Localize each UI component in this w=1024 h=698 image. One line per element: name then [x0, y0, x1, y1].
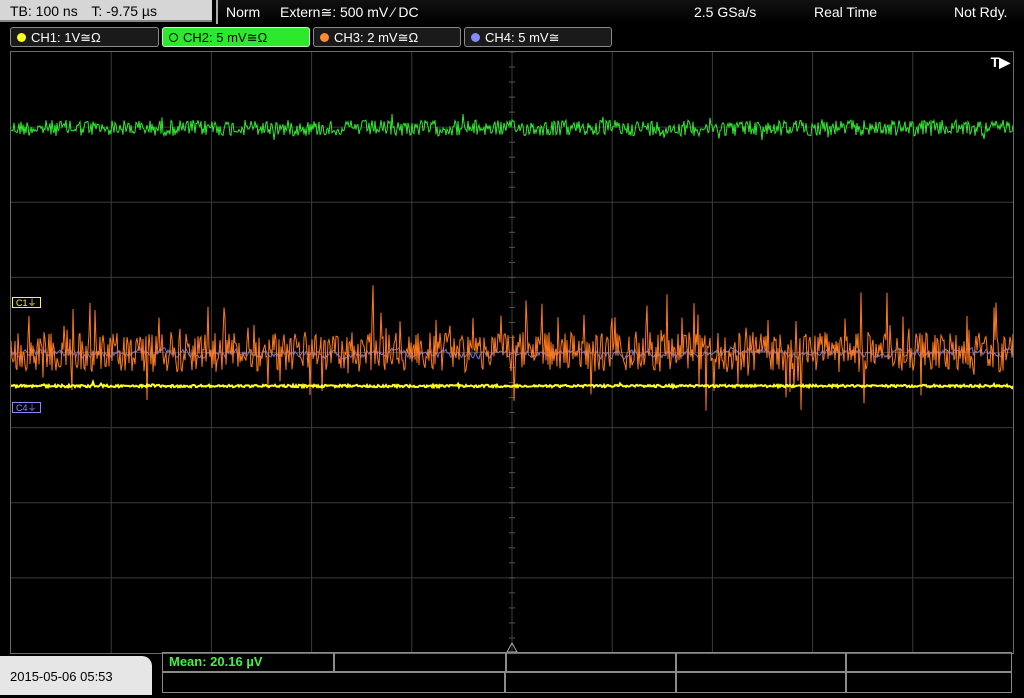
ch4-dot-icon	[471, 33, 480, 42]
ch3-dot-icon	[320, 33, 329, 42]
trigger-bar[interactable]: Norm Extern≅: 500 mV ⁄ DC 2.5 GSa/s Real…	[216, 0, 1024, 24]
ch1-ground-marker[interactable]: C1⏚	[12, 297, 41, 308]
measurement-slot-5[interactable]	[846, 652, 1012, 672]
ch2-dot-icon	[169, 33, 178, 42]
waveform-svg	[11, 52, 1013, 653]
measurement-slot-3[interactable]	[506, 652, 676, 672]
channel-tab-ch3[interactable]: CH3: 2 mV≅Ω	[313, 27, 461, 47]
measurement-slot-6[interactable]	[162, 672, 505, 693]
trigger-time-label: T: -9.75 µs	[91, 3, 157, 19]
timebase-box[interactable]: TB: 100 ns T: -9.75 µs	[0, 0, 212, 22]
trigger-mode: Norm	[226, 4, 261, 20]
trigger-source: Extern≅: 500 mV ⁄ DC	[280, 4, 419, 20]
ch2-label: CH2: 5 mV≅Ω	[183, 30, 268, 45]
measurement-slot-7[interactable]	[505, 672, 676, 693]
ch4-ground-marker[interactable]: C4⏚	[12, 402, 41, 413]
top-status-bar: TB: 100 ns T: -9.75 µs Norm Extern≅: 500…	[0, 0, 1024, 24]
waveform-display[interactable]	[10, 51, 1014, 654]
channel-tabs: CH1: 1V≅Ω CH2: 5 mV≅Ω CH3: 2 mV≅Ω CH4: 5…	[0, 26, 1024, 48]
channel-tab-ch4[interactable]: CH4: 5 mV≅	[464, 27, 612, 47]
datetime-label: 2015-05-06 05:53	[10, 669, 113, 684]
datetime-box: 2015-05-06 05:53	[0, 656, 152, 695]
ch3-label: CH3: 2 mV≅Ω	[334, 30, 419, 45]
channel-tab-ch2[interactable]: CH2: 5 mV≅Ω	[162, 27, 310, 47]
trigger-position-marker[interactable]: T▶	[991, 54, 1010, 71]
measurement-slot-9[interactable]	[846, 672, 1012, 693]
measurement-panel: Mean: 20.16 µV	[162, 652, 1012, 695]
measurement-slot-8[interactable]	[676, 672, 846, 693]
measurement-slot-4[interactable]	[676, 652, 846, 672]
measurement-mean[interactable]: Mean: 20.16 µV	[162, 652, 334, 672]
channel-tab-ch1[interactable]: CH1: 1V≅Ω	[10, 27, 159, 47]
acquisition-mode: Real Time	[814, 4, 878, 20]
acquisition-status: Not Rdy.	[954, 4, 1008, 20]
ch4-label: CH4: 5 mV≅	[485, 30, 560, 45]
measurement-slot-2[interactable]	[334, 652, 506, 672]
ch1-dot-icon	[17, 33, 26, 42]
sample-rate: 2.5 GSa/s	[694, 4, 757, 20]
ch1-label: CH1: 1V≅Ω	[31, 30, 101, 45]
timebase-label: TB: 100 ns	[10, 3, 78, 19]
